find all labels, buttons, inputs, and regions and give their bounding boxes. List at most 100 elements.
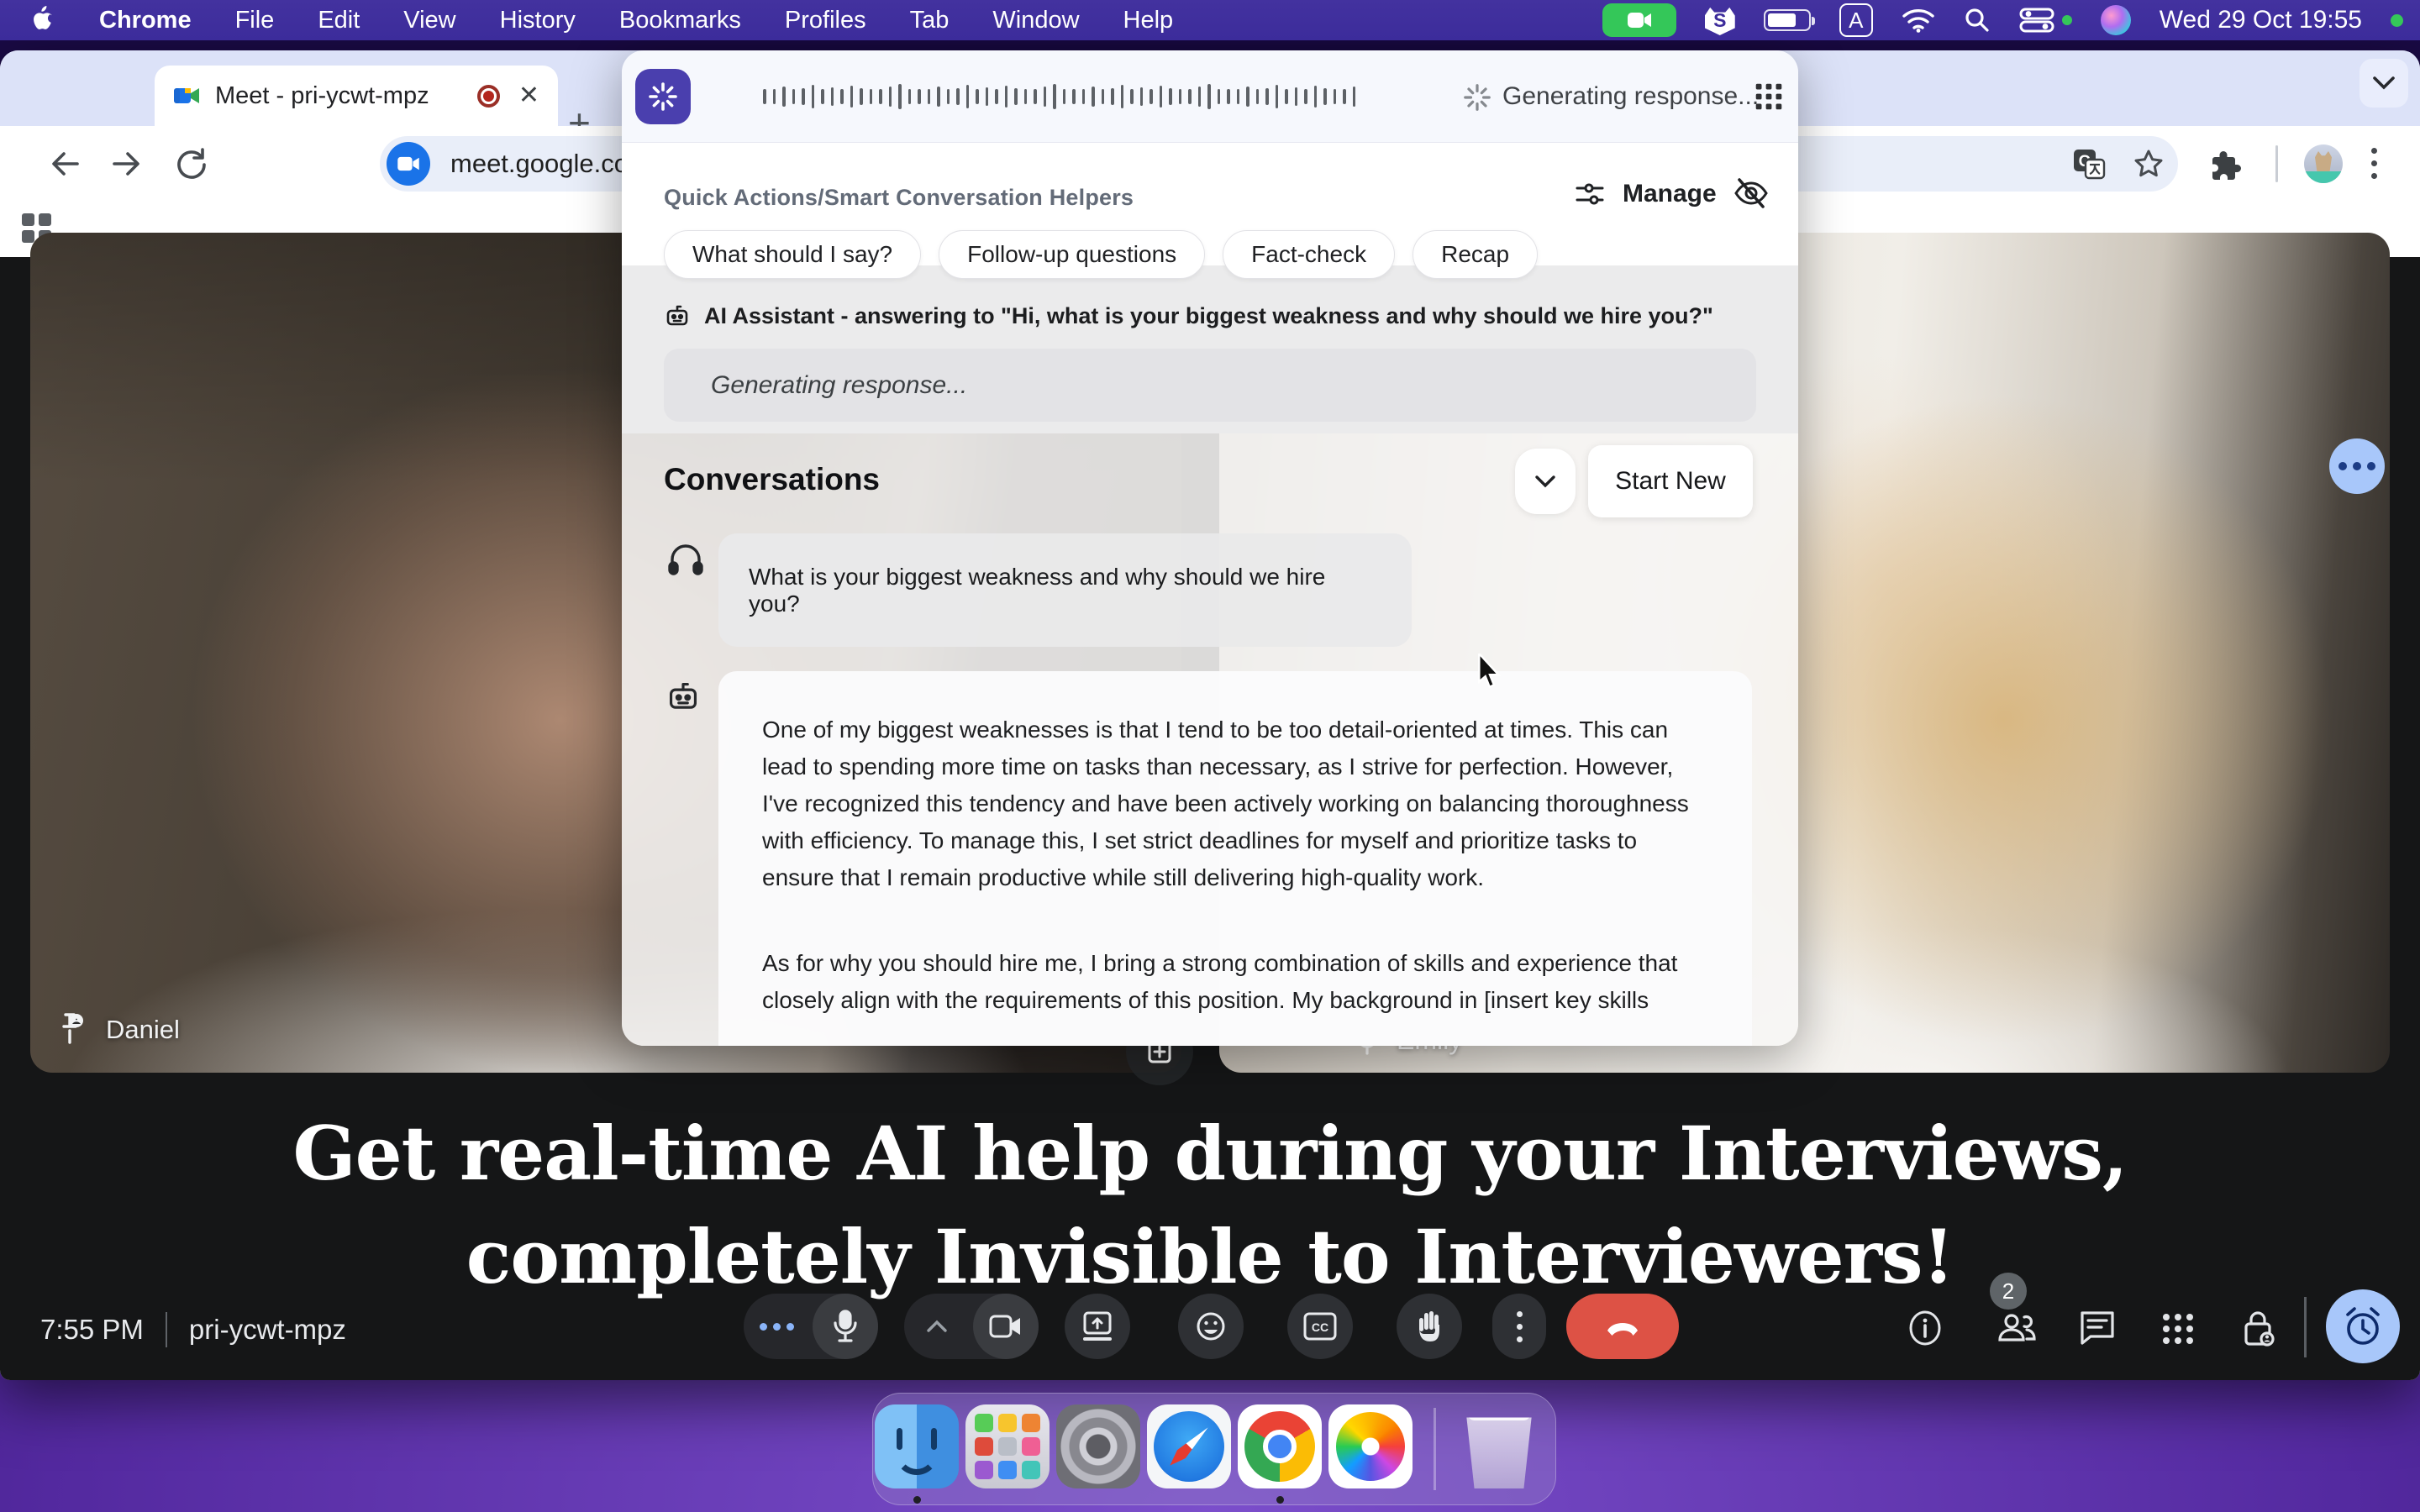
quick-actions-title: Quick Actions/Smart Conversation Helpers (664, 185, 1134, 211)
svg-text:CC: CC (1312, 1320, 1328, 1334)
camera-button[interactable] (904, 1294, 1039, 1359)
meeting-info: 7:55 PM pri-ycwt-mpz (40, 1312, 346, 1347)
translate-icon[interactable]: G (2072, 148, 2106, 180)
end-call-button[interactable] (1566, 1294, 1679, 1359)
present-button[interactable] (1065, 1294, 1130, 1359)
tile-more-options-button[interactable] (2329, 438, 2385, 494)
meeting-time: 7:55 PM (40, 1314, 144, 1346)
input-source-icon[interactable]: A (1839, 3, 1873, 37)
menubar-item-bookmarks[interactable]: Bookmarks (619, 7, 741, 34)
apps-grid-icon[interactable] (1754, 82, 1783, 111)
conversations-section: Conversations Start New What is your big… (622, 433, 1798, 1046)
participants-count-badge: 2 (1990, 1273, 2027, 1310)
more-options-button[interactable] (1492, 1294, 1546, 1359)
headphones-icon (667, 541, 704, 576)
activities-button[interactable] (2161, 1312, 2195, 1346)
quick-action-what-should-i-say[interactable]: What should I say? (664, 230, 921, 279)
assistant-answering-line: AI Assistant - answering to "Hi, what is… (664, 302, 1713, 329)
chevron-up-icon[interactable] (904, 1294, 970, 1359)
stealth-app-icon[interactable]: S (1705, 5, 1735, 35)
quick-action-fact-check[interactable]: Fact-check (1223, 230, 1395, 279)
audio-level-indicator (760, 1323, 794, 1331)
hide-overlay-icon[interactable] (1733, 176, 1770, 210)
meeting-details-button[interactable] (1907, 1310, 1943, 1347)
answer-paragraph-1: One of my biggest weaknesses is that I t… (762, 711, 1708, 896)
captions-button[interactable]: CC (1287, 1294, 1353, 1359)
menubar-item-file[interactable]: File (235, 7, 275, 34)
sliders-icon (1576, 181, 1604, 207)
tab-search-button[interactable] (2360, 59, 2408, 108)
quick-action-recap[interactable]: Recap (1413, 230, 1538, 279)
interviewer-question-bubble: What is your biggest weakness and why sh… (718, 533, 1412, 647)
mic-icon[interactable] (813, 1294, 878, 1359)
robot-icon (664, 302, 691, 329)
microphone-button[interactable] (744, 1294, 878, 1359)
siri-icon[interactable] (2101, 5, 2131, 35)
dock-safari-icon[interactable] (1147, 1404, 1231, 1488)
browser-menu-icon[interactable] (2371, 148, 2377, 179)
battery-icon[interactable] (1764, 9, 1811, 31)
participants-button[interactable] (1996, 1310, 2037, 1345)
macos-menu-bar: Chrome File Edit View History Bookmarks … (0, 0, 2420, 40)
participant-name: Daniel (106, 1015, 180, 1045)
forward-button[interactable] (109, 148, 143, 180)
camera-in-use-icon[interactable] (387, 142, 430, 186)
dock-photos-icon[interactable] (1328, 1404, 1413, 1488)
dock-launchpad-icon[interactable] (965, 1404, 1050, 1488)
manage-button[interactable]: Manage (1576, 180, 1717, 208)
dock-settings-icon[interactable] (1056, 1404, 1140, 1488)
spinner-icon (1462, 82, 1492, 113)
videocam-icon[interactable] (973, 1294, 1039, 1359)
menubar-item-profiles[interactable]: Profiles (785, 7, 866, 34)
wifi-icon[interactable] (1902, 8, 1935, 33)
back-button[interactable] (49, 148, 82, 180)
quick-action-follow-up-questions[interactable]: Follow-up questions (939, 230, 1205, 279)
menubar-item-view[interactable]: View (403, 7, 455, 34)
collapse-conversations-button[interactable] (1515, 449, 1576, 514)
apple-logo-icon[interactable] (30, 6, 55, 34)
host-controls-button[interactable] (2242, 1310, 2277, 1348)
control-center-icon[interactable] (2019, 8, 2072, 33)
profile-avatar[interactable] (2304, 144, 2343, 183)
chat-button[interactable] (2079, 1310, 2116, 1345)
dock-chrome-icon[interactable] (1238, 1404, 1322, 1488)
generating-status: Generating response... (1502, 50, 1759, 143)
menubar-item-tab[interactable]: Tab (910, 7, 950, 34)
browser-tab[interactable]: Meet - pri-ycwt-mpz ✕ (155, 66, 558, 126)
assistant-logo-button[interactable] (635, 69, 691, 124)
menubar-item-help[interactable]: Help (1123, 7, 1174, 34)
answer-paragraph-2: As for why you should hire me, I bring a… (762, 945, 1708, 1019)
camera-active-icon[interactable] (1602, 3, 1676, 37)
pin-icon (54, 1012, 87, 1047)
reactions-button[interactable] (1178, 1294, 1244, 1359)
conversations-title: Conversations (664, 462, 880, 497)
quick-actions-section: Quick Actions/Smart Conversation Helpers… (622, 143, 1798, 433)
tab-title: Meet - pri-ycwt-mpz (215, 82, 477, 110)
menubar-item-edit[interactable]: Edit (318, 7, 360, 34)
finder-running-dot (913, 1496, 921, 1504)
spotlight-icon[interactable] (1964, 7, 1991, 34)
chrome-running-dot (1276, 1496, 1284, 1504)
mouse-cursor (1477, 654, 1511, 692)
extensions-icon[interactable] (2210, 148, 2245, 181)
menubar-item-window[interactable]: Window (992, 7, 1079, 34)
bookmark-star-icon[interactable] (2133, 149, 2165, 179)
menubar-item-history[interactable]: History (500, 7, 576, 34)
assistant-answer-bubble: One of my biggest weaknesses is that I t… (718, 671, 1752, 1046)
interview-timer-button[interactable] (2326, 1289, 2400, 1363)
meeting-code: pri-ycwt-mpz (189, 1314, 346, 1346)
start-new-button[interactable]: Start New (1588, 445, 1753, 517)
meet-control-bar: 7:55 PM pri-ycwt-mpz (0, 1277, 2420, 1380)
google-meet-favicon (173, 84, 200, 108)
reload-button[interactable] (175, 147, 208, 181)
participant-name-tag: Daniel (54, 1012, 180, 1047)
menubar-clock[interactable]: Wed 29 Oct 19:55 (2160, 6, 2362, 34)
tab-recording-icon (477, 85, 500, 108)
tab-close-icon[interactable]: ✕ (518, 83, 539, 108)
menubar-app-name[interactable]: Chrome (99, 7, 192, 34)
ai-assistant-overlay: Generating response... Quick Actions/Sma… (622, 50, 1798, 1046)
dock-finder-icon[interactable] (875, 1404, 959, 1488)
generating-response-box: Generating response... (664, 349, 1756, 422)
overlay-header: Generating response... (622, 50, 1798, 143)
raise-hand-button[interactable] (1397, 1294, 1462, 1359)
